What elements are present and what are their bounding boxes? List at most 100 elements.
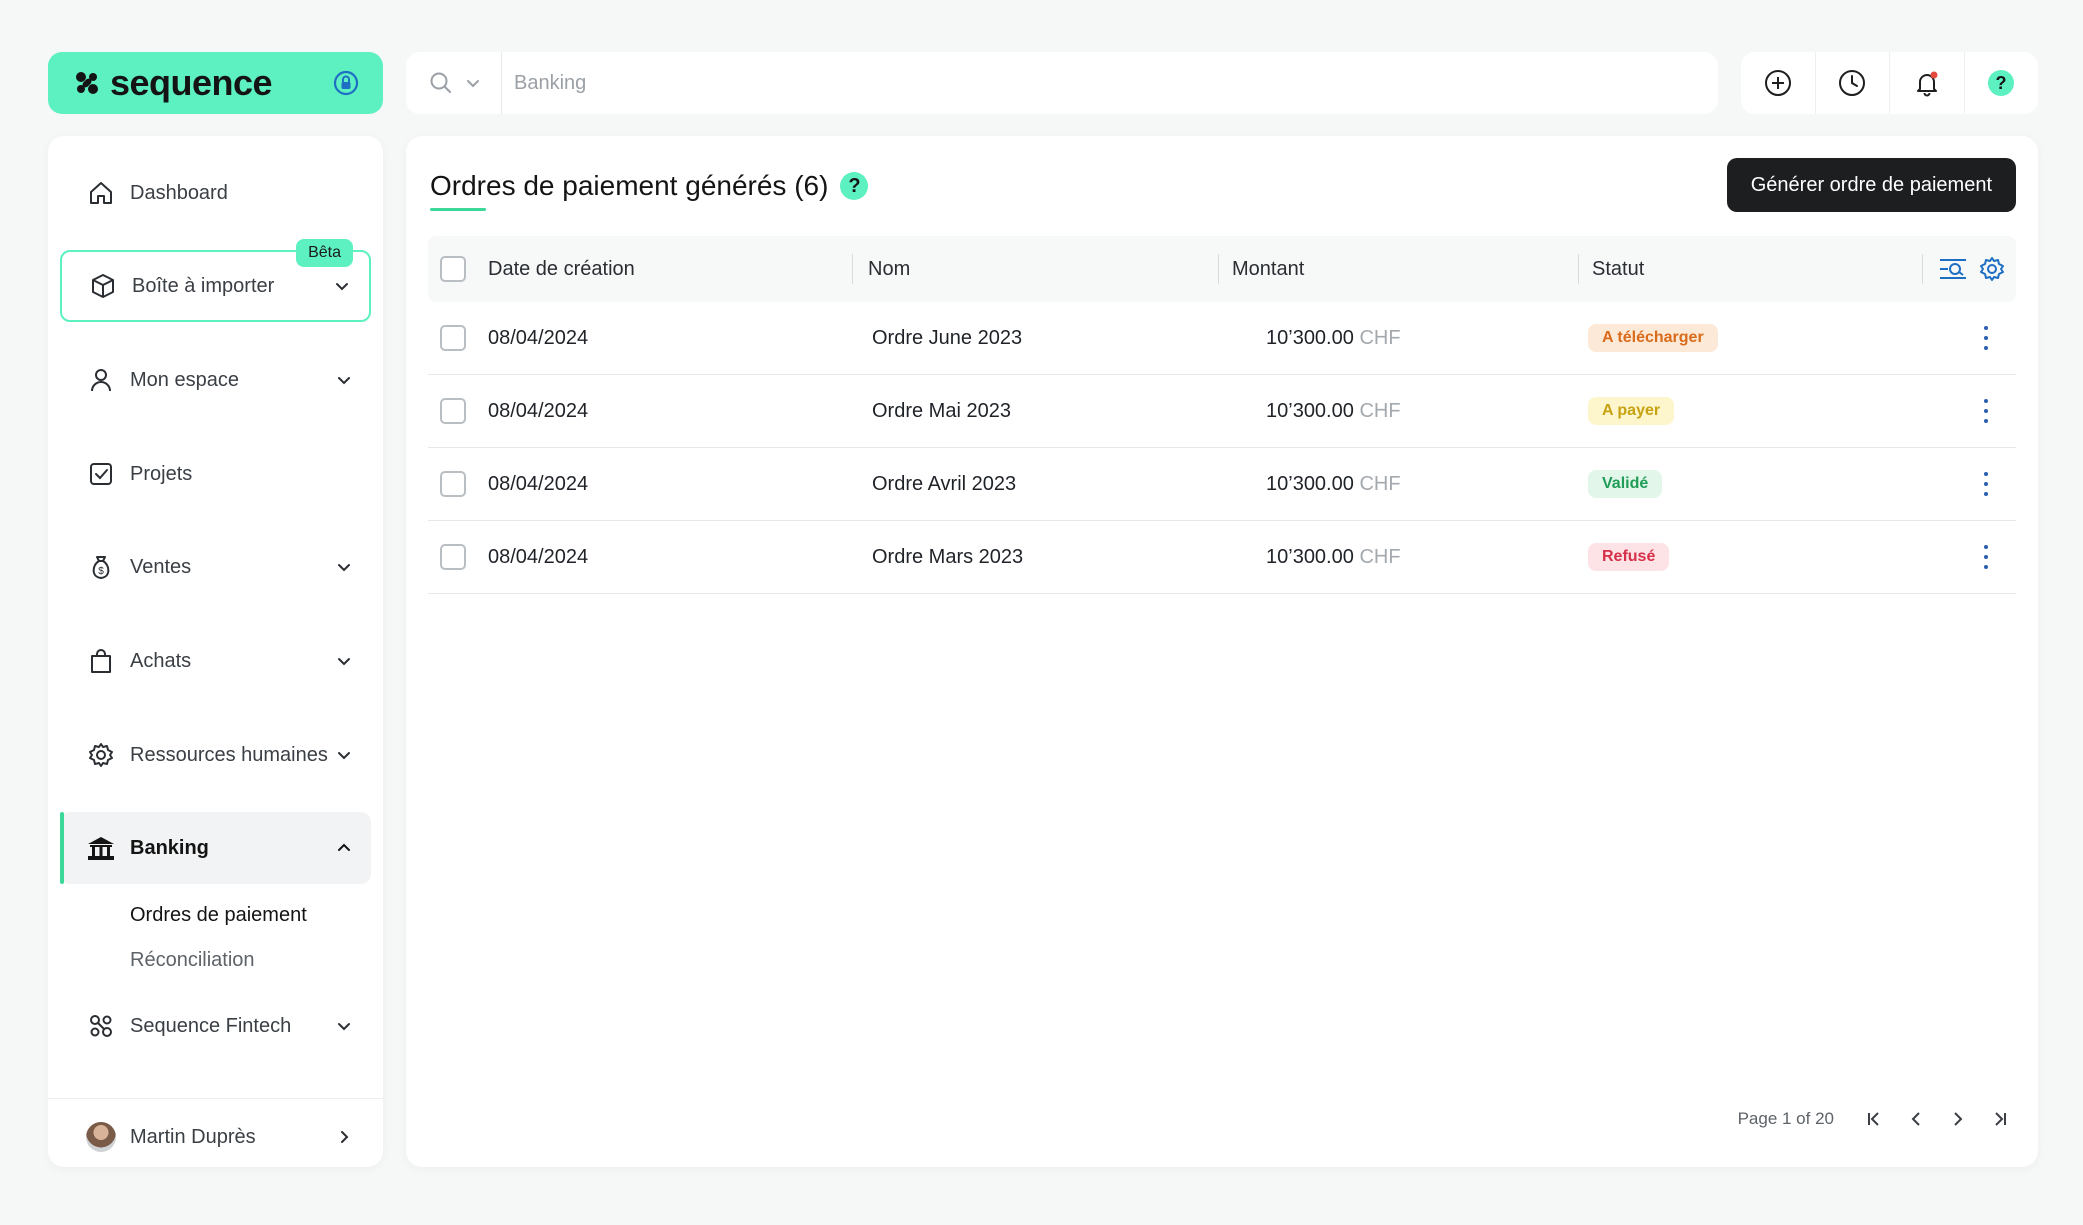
avatar xyxy=(86,1122,116,1152)
row-menu-icon[interactable] xyxy=(1976,472,1996,496)
sidebar-item-hr[interactable]: Ressources humaines xyxy=(60,719,371,791)
column-divider xyxy=(1578,254,1579,284)
home-icon xyxy=(86,178,116,208)
beta-badge: Bêta xyxy=(296,239,353,267)
cell-amount: 10’300.00 CHF xyxy=(1266,327,1401,350)
help-button[interactable]: ? xyxy=(1965,52,2039,114)
column-header-status[interactable]: Statut xyxy=(1592,258,1644,281)
add-button[interactable] xyxy=(1741,52,1816,114)
chevron-down-icon xyxy=(466,80,479,88)
notifications-button[interactable] xyxy=(1890,52,1965,114)
search-icon xyxy=(430,72,451,93)
chevron-down-icon xyxy=(338,752,350,760)
status-badge: Refusé xyxy=(1588,543,1670,571)
cell-date: 08/04/2024 xyxy=(488,472,589,495)
sidebar-item-label: Mon espace xyxy=(130,368,239,391)
chevron-down-icon xyxy=(338,1023,350,1031)
sidebar-item-label: Sequence Fintech xyxy=(130,1014,292,1037)
amount-currency: CHF xyxy=(1359,545,1401,568)
svg-text:$: $ xyxy=(98,566,104,577)
sidebar-item-label: Projets xyxy=(130,462,193,485)
page-info: Page 1 of 20 xyxy=(1737,1109,1834,1128)
cell-name: Ordre Mai 2023 xyxy=(872,399,1011,422)
row-checkbox[interactable] xyxy=(440,471,466,497)
sidebar-item-my-space[interactable]: Mon espace xyxy=(60,344,371,416)
page-title-text: Ordres de paiement générés (6) xyxy=(430,170,829,201)
row-checkbox[interactable] xyxy=(440,398,466,424)
column-header-name[interactable]: Nom xyxy=(868,258,910,281)
status-badge: Validé xyxy=(1588,470,1663,498)
row-menu-icon[interactable] xyxy=(1976,399,1996,423)
payment-orders-table: Date de création Nom Montant Statut 08/0… xyxy=(428,236,2016,594)
sidebar-item-label: Boîte à importer xyxy=(132,274,275,297)
first-page-icon[interactable] xyxy=(1866,1110,1882,1128)
amount-currency: CHF xyxy=(1359,472,1401,495)
box-icon xyxy=(88,271,118,301)
user-profile[interactable]: Martin Duprès xyxy=(60,1109,371,1165)
svg-text:?: ? xyxy=(1996,73,2007,93)
sidebar: Dashboard Bêta Boîte à importer Mon espa… xyxy=(48,136,383,1167)
status-badge: A payer xyxy=(1588,397,1675,425)
cell-amount: 10’300.00 CHF xyxy=(1266,400,1401,423)
amount-currency: CHF xyxy=(1359,399,1401,422)
sidebar-item-dashboard[interactable]: Dashboard xyxy=(60,157,371,229)
column-header-amount[interactable]: Montant xyxy=(1232,258,1304,281)
sidebar-item-purchases[interactable]: Achats xyxy=(60,625,371,697)
table-header: Date de création Nom Montant Statut xyxy=(428,236,2016,302)
row-checkbox[interactable] xyxy=(440,325,466,351)
table-row[interactable]: 08/04/2024 Ordre Avril 2023 10’300.00 CH… xyxy=(428,448,2016,521)
table-row[interactable]: 08/04/2024 Ordre June 2023 10’300.00 CHF… xyxy=(428,302,2016,375)
cell-amount: 10’300.00 CHF xyxy=(1266,473,1401,496)
chevron-down-icon xyxy=(338,377,350,385)
help-icon[interactable]: ? xyxy=(840,172,869,200)
search-scope-toggle[interactable] xyxy=(406,52,502,114)
brand-logo[interactable]: sequence xyxy=(48,52,383,114)
main-panel: Ordres de paiement générés (6) ? Générer… xyxy=(406,136,2038,1167)
chevron-down-icon xyxy=(336,283,348,291)
select-all-checkbox[interactable] xyxy=(440,256,466,282)
sidebar-item-import-box[interactable]: Bêta Boîte à importer xyxy=(60,239,371,322)
history-icon xyxy=(1839,70,1866,96)
bell-icon xyxy=(1916,71,1938,97)
table-row[interactable]: 08/04/2024 Ordre Mars 2023 10’300.00 CHF… xyxy=(428,521,2016,594)
history-button[interactable] xyxy=(1816,52,1890,114)
bank-icon xyxy=(86,833,116,863)
sidebar-item-label: Achats xyxy=(130,649,192,672)
search-input[interactable] xyxy=(502,71,1718,95)
sidebar-item-label: Dashboard xyxy=(130,181,228,204)
user-name: Martin Duprès xyxy=(130,1125,256,1148)
sidebar-subitem-payment-orders[interactable]: Ordres de paiement xyxy=(130,904,307,927)
page-title: Ordres de paiement générés (6) ? xyxy=(430,170,869,202)
cell-name: Ordre Avril 2023 xyxy=(872,472,1017,495)
next-page-icon[interactable] xyxy=(1950,1110,1966,1128)
row-menu-icon[interactable] xyxy=(1976,326,1996,350)
table-row[interactable]: 08/04/2024 Ordre Mai 2023 10’300.00 CHF … xyxy=(428,375,2016,448)
chevron-up-icon xyxy=(338,843,350,851)
row-menu-icon[interactable] xyxy=(1976,545,1996,569)
cell-date: 08/04/2024 xyxy=(488,399,589,422)
sidebar-item-label: Banking xyxy=(130,836,209,859)
table-tools xyxy=(1938,255,2006,283)
checkbox-icon xyxy=(86,459,116,489)
filter-search-icon[interactable] xyxy=(1938,256,1968,282)
sidebar-item-projects[interactable]: Projets xyxy=(60,438,371,510)
add-icon xyxy=(1764,70,1791,96)
cell-date: 08/04/2024 xyxy=(488,545,589,568)
sidebar-item-label: Ressources humaines xyxy=(130,743,328,766)
gear-icon xyxy=(86,740,116,770)
column-header-date[interactable]: Date de création xyxy=(488,258,635,281)
cell-name: Ordre Mars 2023 xyxy=(872,545,1024,568)
sidebar-subitem-reconciliation[interactable]: Réconciliation xyxy=(130,949,255,972)
global-search xyxy=(406,52,1718,114)
lock-icon[interactable] xyxy=(333,70,359,96)
settings-icon[interactable] xyxy=(1978,255,2006,283)
last-page-icon[interactable] xyxy=(1992,1110,2008,1128)
sidebar-item-banking[interactable]: Banking xyxy=(60,812,371,884)
sidebar-item-sales[interactable]: $ Ventes xyxy=(60,531,371,603)
generate-payment-order-button[interactable]: Générer ordre de paiement xyxy=(1726,158,2016,212)
row-checkbox[interactable] xyxy=(440,544,466,570)
sidebar-item-fintech[interactable]: Sequence Fintech xyxy=(60,990,371,1062)
sequence-logo-icon xyxy=(76,72,98,94)
previous-page-icon[interactable] xyxy=(1908,1110,1924,1128)
sidebar-item-label: Ventes xyxy=(130,555,192,578)
